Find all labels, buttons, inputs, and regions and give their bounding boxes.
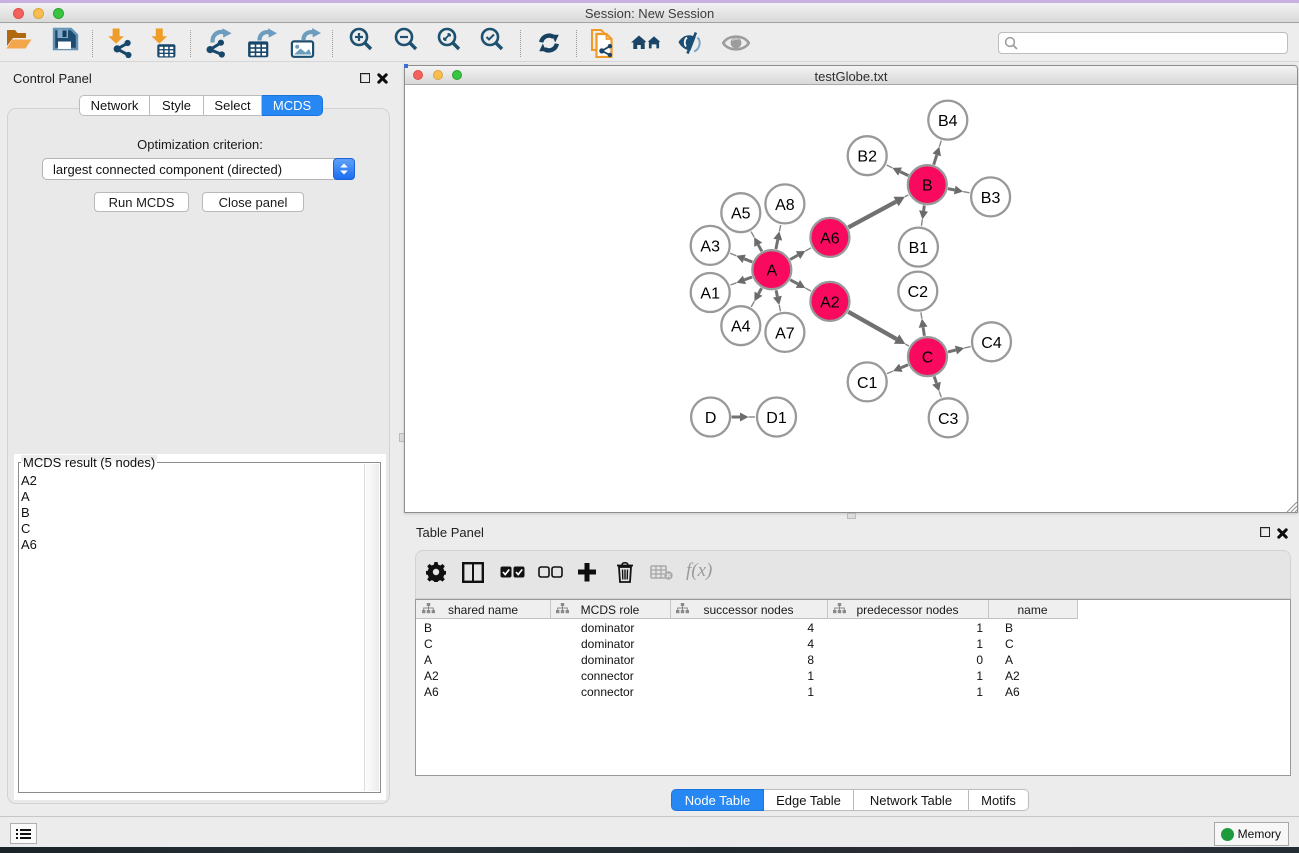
svg-text:B4: B4 [938, 113, 958, 130]
svg-text:C2: C2 [908, 284, 929, 301]
svg-text:A2: A2 [820, 294, 840, 311]
svg-text:C: C [922, 350, 934, 367]
svg-text:D1: D1 [766, 410, 787, 427]
svg-text:A3: A3 [700, 238, 720, 255]
svg-text:A8: A8 [775, 197, 795, 214]
svg-text:A7: A7 [775, 325, 795, 342]
svg-text:C3: C3 [938, 411, 959, 428]
svg-text:B1: B1 [909, 240, 929, 257]
svg-text:C4: C4 [981, 335, 1002, 352]
svg-text:C1: C1 [857, 375, 878, 392]
svg-text:A5: A5 [731, 206, 751, 223]
svg-text:B: B [922, 178, 933, 195]
svg-text:D: D [705, 410, 717, 427]
svg-text:A: A [766, 263, 777, 280]
svg-text:A4: A4 [731, 319, 751, 336]
svg-text:B2: B2 [857, 149, 877, 166]
svg-text:B3: B3 [981, 190, 1001, 207]
svg-text:A6: A6 [820, 230, 840, 247]
svg-text:A1: A1 [700, 286, 720, 303]
